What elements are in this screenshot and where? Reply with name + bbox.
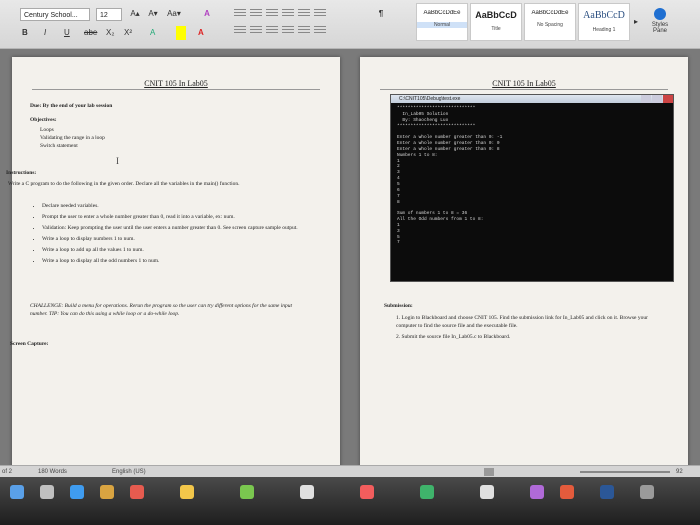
console-output: ***************************** In_Lab05 S… bbox=[397, 106, 503, 246]
mail-icon[interactable] bbox=[100, 485, 114, 499]
word-icon[interactable] bbox=[600, 485, 614, 499]
list-item: Write a loop to display numbers 1 to num… bbox=[42, 236, 300, 244]
bold-button[interactable]: B bbox=[22, 26, 28, 40]
app-icon[interactable] bbox=[420, 485, 434, 499]
line-spacing-icon[interactable] bbox=[298, 26, 310, 35]
text-effects-icon[interactable]: A bbox=[150, 26, 155, 40]
due-text: Due: By the end of your lab session bbox=[30, 103, 113, 109]
submission-step: 2. Submit the source file In_Lab05.c to … bbox=[396, 333, 511, 340]
objectives-heading: Objectives: bbox=[30, 117, 57, 123]
styles-pane-label: Styles Pane bbox=[651, 22, 669, 34]
instructions-list: Declare needed variables. Prompt the use… bbox=[30, 203, 300, 269]
styles-more-icon[interactable]: ▸ bbox=[632, 16, 640, 28]
shrink-font-button[interactable]: A▾ bbox=[146, 8, 160, 20]
list-item: Write a loop to display all the odd numb… bbox=[42, 258, 300, 266]
style-heading-1[interactable]: AaBbCcD Heading 1 bbox=[578, 3, 630, 41]
shading-icon[interactable] bbox=[314, 26, 326, 35]
app-icon[interactable] bbox=[480, 485, 494, 499]
screen-capture-label: Screen Capture: bbox=[10, 341, 49, 347]
minimize-icon bbox=[641, 95, 651, 103]
change-case-button[interactable]: Aa▾ bbox=[166, 8, 182, 20]
objective-item: Loops bbox=[40, 127, 54, 133]
styles-pane-button[interactable]: Styles Pane bbox=[644, 8, 676, 34]
page-1: CNIT 105 In Lab05 Due: By the end of you… bbox=[6, 57, 340, 465]
messages-icon[interactable] bbox=[240, 485, 254, 499]
align-right-icon[interactable] bbox=[266, 26, 278, 35]
challenge-text: CHALLENGE: Build a menu for operations. … bbox=[30, 303, 293, 317]
decrease-indent-icon[interactable] bbox=[282, 9, 294, 18]
style-name: No Spacing bbox=[537, 22, 563, 28]
music-icon[interactable] bbox=[360, 485, 374, 499]
strikethrough-button[interactable]: abe bbox=[84, 26, 97, 40]
style-sample: AaBbCcD bbox=[475, 10, 517, 20]
highlight-icon[interactable] bbox=[176, 26, 186, 40]
ribbon-toolbar: Century School... 12 A▴ A▾ Aa▾ A B I U a… bbox=[0, 0, 700, 49]
style-title[interactable]: AaBbCcD Title bbox=[470, 3, 522, 41]
console-titlebar: C:\CNIT105\Debug\test.exe bbox=[391, 95, 673, 103]
text-cursor-icon: I bbox=[116, 156, 119, 166]
print-layout-icon[interactable] bbox=[484, 468, 494, 476]
console-window-controls bbox=[640, 95, 673, 103]
superscript-button[interactable]: X² bbox=[124, 26, 132, 40]
trash-icon[interactable] bbox=[640, 485, 654, 499]
font-color-icon[interactable]: A bbox=[198, 26, 204, 40]
submission-step: 1. Login to Blackboard and choose CNIT 1… bbox=[396, 315, 648, 329]
submission-heading: Submission: bbox=[384, 303, 413, 309]
style-name: Normal bbox=[417, 22, 467, 28]
style-sample: AaBbCcD bbox=[583, 10, 625, 21]
zoom-slider[interactable] bbox=[580, 471, 670, 473]
page-2: CNIT 105 In Lab05 C:\CNIT105\Debug\test.… bbox=[360, 57, 688, 465]
style-normal[interactable]: AaBbCcDdEe Normal bbox=[416, 3, 468, 41]
grow-font-button[interactable]: A▴ bbox=[128, 8, 142, 20]
instructions-intro: Write a C program to do the following in… bbox=[8, 181, 240, 187]
sort-icon[interactable] bbox=[314, 9, 326, 18]
style-name: Title bbox=[491, 26, 501, 32]
objectives-list: Loops Validating the range in a loop Swi… bbox=[40, 127, 240, 151]
increase-indent-icon[interactable] bbox=[298, 9, 310, 18]
numbering-icon[interactable] bbox=[250, 9, 262, 18]
style-sample: AaBbCcDdEe bbox=[423, 10, 461, 16]
document-area[interactable]: CNIT 105 In Lab05 Due: By the end of you… bbox=[0, 49, 700, 465]
submission-list: 1. Login to Blackboard and choose CNIT 1… bbox=[396, 315, 664, 342]
app-icon[interactable] bbox=[530, 485, 544, 499]
justify-icon[interactable] bbox=[282, 26, 294, 35]
title-rule bbox=[32, 89, 320, 90]
list-item: Write a loop to add up all the values 1 … bbox=[42, 247, 300, 255]
font-size-select[interactable]: 12 bbox=[96, 8, 122, 21]
launchpad-icon[interactable] bbox=[40, 485, 54, 499]
style-sample: AaBbCcDdEe bbox=[531, 10, 569, 16]
style-name: Heading 1 bbox=[592, 27, 616, 33]
close-icon bbox=[663, 95, 673, 103]
list-item: Declare needed variables. bbox=[42, 203, 300, 211]
title-rule bbox=[380, 89, 668, 90]
subscript-button[interactable]: X₂ bbox=[106, 26, 114, 40]
show-formatting-button[interactable]: ¶ bbox=[376, 8, 386, 20]
style-no-spacing[interactable]: AaBbCcDdEe No Spacing bbox=[524, 3, 576, 41]
maximize-icon bbox=[652, 95, 662, 103]
font-name-select[interactable]: Century School... bbox=[20, 8, 90, 21]
multilevel-icon[interactable] bbox=[266, 9, 278, 18]
notes-icon[interactable] bbox=[180, 485, 194, 499]
underline-button[interactable]: U bbox=[64, 26, 70, 40]
app-icon[interactable] bbox=[560, 485, 574, 499]
styles-pane-icon bbox=[654, 8, 666, 20]
list-item: Validation: Keep prompting the user unti… bbox=[42, 225, 300, 233]
list-item: Prompt the user to enter a whole number … bbox=[42, 214, 300, 222]
safari-icon[interactable] bbox=[70, 485, 84, 499]
objective-item: Switch statement bbox=[40, 142, 78, 149]
dock bbox=[0, 477, 700, 525]
align-left-icon[interactable] bbox=[234, 26, 246, 35]
photos-icon[interactable] bbox=[300, 485, 314, 499]
console-screenshot: C:\CNIT105\Debug\test.exe **************… bbox=[390, 94, 674, 282]
bullets-icon[interactable] bbox=[234, 9, 246, 18]
italic-button[interactable]: I bbox=[44, 26, 46, 40]
clear-format-icon[interactable]: A bbox=[200, 8, 214, 20]
calendar-icon[interactable] bbox=[130, 485, 144, 499]
instructions-heading: Instructions: bbox=[6, 170, 37, 176]
align-center-icon[interactable] bbox=[250, 26, 262, 35]
finder-icon[interactable] bbox=[10, 485, 24, 499]
objective-item: Validating the range in a loop bbox=[40, 134, 105, 141]
